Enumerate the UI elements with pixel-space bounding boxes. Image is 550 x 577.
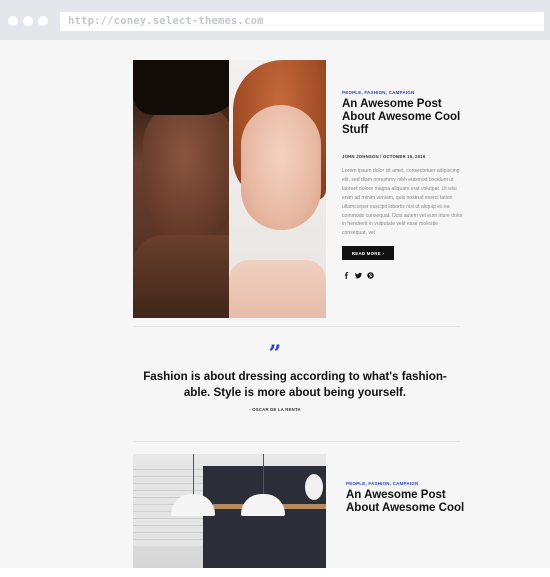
woman-figure	[229, 60, 326, 318]
quote-author: - OSCAR DE LA RENTA	[249, 407, 301, 412]
image-plant	[305, 474, 323, 500]
pinterest-icon[interactable]	[367, 272, 374, 279]
lamp-cord	[193, 454, 194, 496]
man-hair	[133, 60, 243, 115]
quote-icon: ”	[268, 341, 282, 367]
woman-shoulder	[229, 260, 326, 318]
post-excerpt: Lorem ipsum dolor sit amet, consectetuer…	[342, 168, 463, 237]
post-categories[interactable]: PEOPLE, FASHION, CAMPAIGN	[342, 90, 414, 95]
section-divider	[133, 441, 460, 442]
url-text: http://coney.select-themes.com	[68, 15, 264, 27]
woman-face	[241, 105, 321, 230]
social-share	[343, 272, 374, 279]
post-categories-2[interactable]: PEOPLE, FASHION, CAMPAIGN	[346, 481, 418, 486]
section-divider	[133, 326, 460, 327]
post-featured-image-2[interactable]	[133, 454, 326, 568]
man-figure	[133, 60, 243, 318]
read-more-button[interactable]: READ MORE ›	[342, 246, 394, 260]
page-viewport: PEOPLE, FASHION, CAMPAIGN An Awesome Pos…	[0, 40, 550, 577]
facebook-icon[interactable]	[343, 272, 350, 279]
window-maximize-dot[interactable]	[38, 16, 48, 26]
post-featured-image[interactable]	[133, 60, 326, 318]
lamp-cord	[263, 454, 264, 496]
page-bottom-edge	[0, 568, 550, 577]
browser-bar: http://coney.select-themes.com	[0, 0, 550, 40]
window-minimize-dot[interactable]	[23, 16, 33, 26]
post-title-2[interactable]: An Awesome Post About Awesome Cool	[346, 489, 466, 515]
window-close-dot[interactable]	[8, 16, 18, 26]
post-title[interactable]: An Awesome Post About Awesome Cool Stuff	[342, 98, 462, 137]
post-meta: JOHN JOHNSON / OCTOBER 15, 2016	[342, 154, 426, 159]
address-bar[interactable]: http://coney.select-themes.com	[60, 12, 544, 31]
twitter-icon[interactable]	[355, 272, 362, 279]
man-shoulder	[133, 235, 243, 318]
man-face	[143, 100, 235, 240]
quote-text: Fashion is about dressing according to w…	[143, 370, 447, 399]
